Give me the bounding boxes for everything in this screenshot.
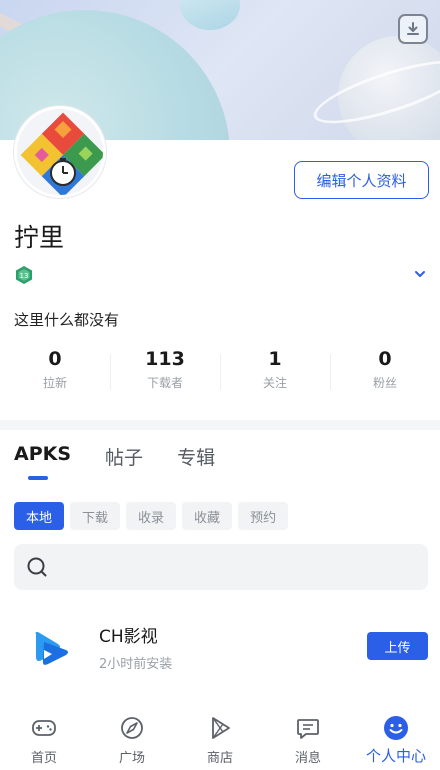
filter-download[interactable]: 下载 xyxy=(70,502,121,530)
filter-included[interactable]: 收录 xyxy=(126,502,177,530)
smiley-icon xyxy=(382,714,410,742)
stat-label: 粉丝 xyxy=(372,376,397,390)
download-manager-button[interactable] xyxy=(398,14,428,44)
gamepad-icon xyxy=(30,714,58,742)
filter-favorites[interactable]: 收藏 xyxy=(182,502,233,530)
app-name: CH影视 xyxy=(99,627,158,647)
profile-stats: 0 拉新 113 下载者 1 关注 0 粉丝 xyxy=(0,346,440,400)
play-store-icon xyxy=(206,714,234,742)
bottom-navigation: 首页 广场 商店 消息 个人中心 xyxy=(0,700,440,770)
avatar[interactable] xyxy=(14,106,106,198)
edit-profile-button[interactable]: 编辑个人资料 xyxy=(294,161,429,199)
search-input[interactable] xyxy=(58,559,398,575)
section-divider xyxy=(0,420,440,430)
nav-label: 广场 xyxy=(118,751,145,766)
stat-downloaders[interactable]: 113 下载者 xyxy=(110,346,220,400)
nav-profile[interactable]: 个人中心 xyxy=(352,700,440,770)
compass-icon xyxy=(118,714,146,742)
level-badge-icon: 13 xyxy=(16,266,32,284)
message-icon xyxy=(294,714,322,742)
stat-label: 关注 xyxy=(262,376,287,390)
tab-posts[interactable]: 帖子 xyxy=(105,443,143,480)
expand-profile-button[interactable] xyxy=(412,266,428,282)
username: 拧里 xyxy=(14,223,65,252)
filter-chips: 本地 下载 收录 收藏 预约 xyxy=(14,502,289,530)
banner-planet-small xyxy=(180,0,240,30)
list-item[interactable]: CH影视 2小时前安装 上传 xyxy=(0,610,440,682)
stat-value: 1 xyxy=(268,348,282,370)
nav-label: 个人中心 xyxy=(365,747,426,765)
stat-label: 拉新 xyxy=(42,376,67,390)
stat-following[interactable]: 1 关注 xyxy=(220,346,330,400)
search-icon xyxy=(27,557,47,577)
nav-home[interactable]: 首页 xyxy=(0,700,88,770)
nav-square[interactable]: 广场 xyxy=(88,700,176,770)
nav-messages[interactable]: 消息 xyxy=(264,700,352,770)
profile-bio: 这里什么都没有 xyxy=(14,311,120,329)
nav-label: 消息 xyxy=(294,751,321,766)
upload-button[interactable]: 上传 xyxy=(367,632,428,660)
tab-albums[interactable]: 专辑 xyxy=(177,443,215,480)
search-bar[interactable] xyxy=(14,544,428,590)
filter-local[interactable]: 本地 xyxy=(14,502,65,530)
chevron-down-icon xyxy=(415,271,425,277)
stat-followers[interactable]: 0 粉丝 xyxy=(330,346,440,400)
download-icon xyxy=(407,22,419,35)
stat-label: 下载者 xyxy=(146,376,183,390)
nav-label: 商店 xyxy=(206,751,233,766)
app-icon xyxy=(28,624,76,672)
level-number: 13 xyxy=(20,272,29,280)
stat-value: 0 xyxy=(48,348,62,370)
stat-value: 0 xyxy=(378,348,392,370)
install-time: 2小时前安装 xyxy=(99,657,173,672)
filter-reserved[interactable]: 预约 xyxy=(238,502,289,530)
nav-store[interactable]: 商店 xyxy=(176,700,264,770)
content-tabs: APKS 帖子 专辑 xyxy=(14,443,215,480)
video-play-icon xyxy=(35,632,68,665)
stat-invites[interactable]: 0 拉新 xyxy=(0,346,110,400)
level-badge: 13 xyxy=(14,265,34,285)
tab-apks[interactable]: APKS xyxy=(14,443,71,480)
stat-value: 113 xyxy=(145,348,185,370)
avatar-image xyxy=(17,109,103,195)
nav-label: 首页 xyxy=(30,751,57,766)
